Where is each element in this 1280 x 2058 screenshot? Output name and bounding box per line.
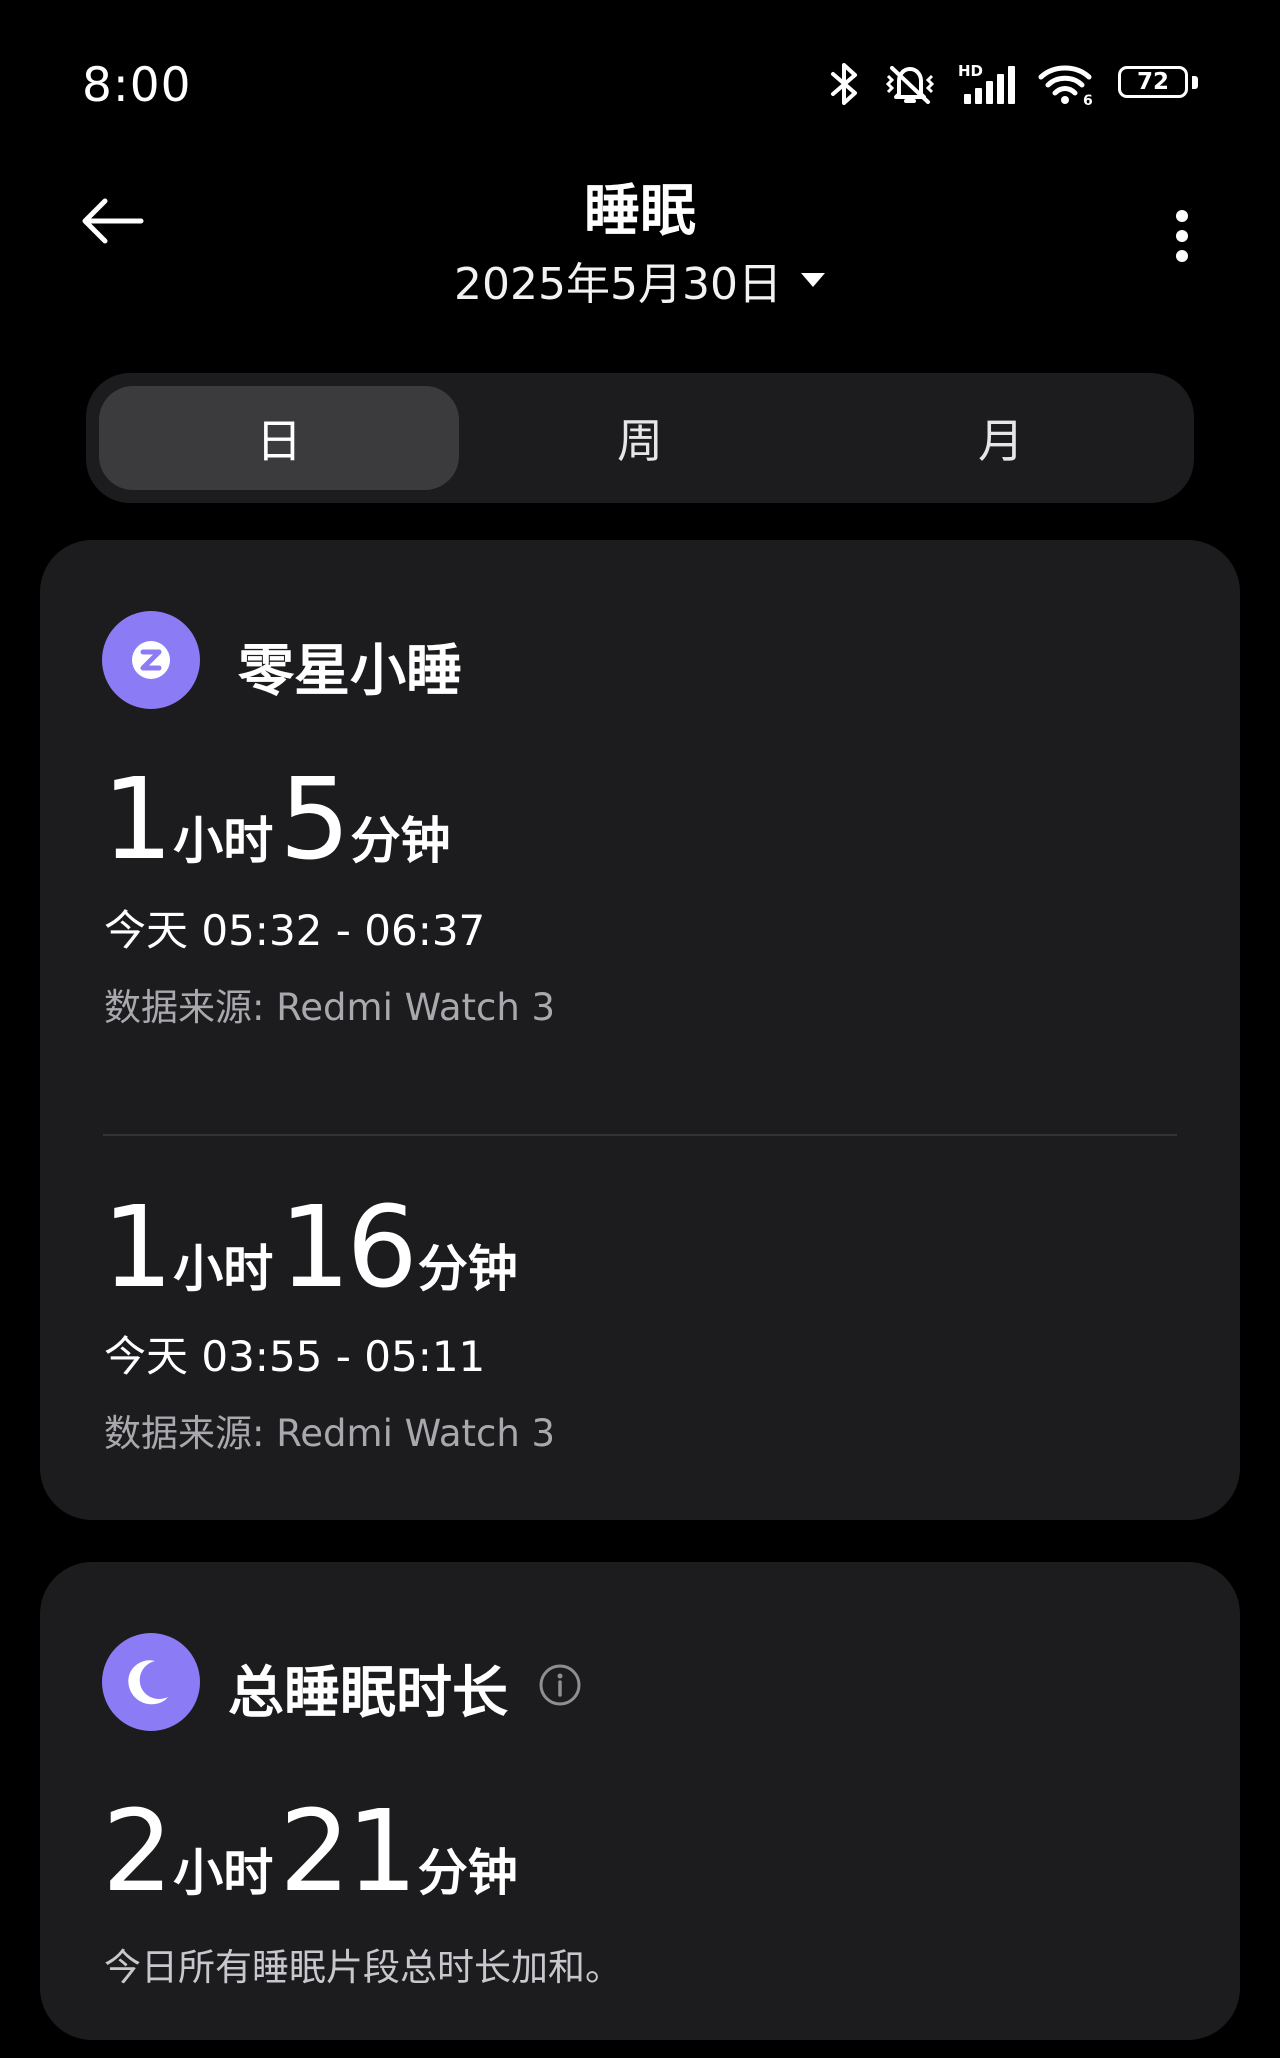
- date-label: 2025年5月30日: [454, 259, 782, 310]
- wifi-icon: 6: [1038, 62, 1096, 106]
- tab-week[interactable]: 周: [460, 386, 820, 490]
- info-icon[interactable]: [538, 1663, 582, 1707]
- nap-duration-1: 1 小时 5 分钟: [102, 755, 457, 885]
- tab-month[interactable]: 月: [821, 386, 1181, 490]
- nap-time-range-1: 今天 05:32 - 06:37: [104, 906, 486, 955]
- total-hours-unit: 小时: [173, 1844, 274, 1902]
- nap-source-2: 数据来源: Redmi Watch 3: [104, 1412, 556, 1455]
- total-sleep-card[interactable]: 总睡眠时长 2 小时 21 分钟 今日所有睡眠片段总时长加和。: [40, 1562, 1240, 2040]
- nap-minutes-unit-2: 分钟: [417, 1240, 518, 1298]
- nap-card[interactable]: 零星小睡 1 小时 5 分钟 今天 05:32 - 06:37 数据来源: Re…: [40, 540, 1240, 1520]
- total-minutes-unit: 分钟: [417, 1844, 518, 1902]
- nap-minutes-unit-1: 分钟: [350, 812, 451, 870]
- nap-hours-unit-1: 小时: [173, 812, 274, 870]
- more-options-button[interactable]: [1160, 196, 1204, 276]
- period-tabs: 日 周 月: [86, 373, 1194, 503]
- moon-icon: [102, 1633, 200, 1731]
- svg-text:6: 6: [1083, 93, 1093, 106]
- nap-card-title: 零星小睡: [238, 639, 462, 704]
- nap-divider: [103, 1134, 1177, 1136]
- date-picker[interactable]: 2025年5月30日: [0, 248, 1280, 312]
- svg-text:HD: HD: [958, 62, 983, 80]
- caret-down-icon: [800, 273, 825, 287]
- page-title: 睡眠: [584, 179, 696, 244]
- nap-minutes-2: 16: [279, 1183, 418, 1313]
- mute-vibrate-icon: [884, 62, 936, 106]
- nap-hours-1: 1: [102, 755, 173, 885]
- battery-icon: 72: [1118, 66, 1198, 102]
- total-duration: 2 小时 21 分钟: [102, 1787, 524, 1917]
- nap-minutes-1: 5: [279, 755, 350, 885]
- nap-duration-2: 1 小时 16 分钟: [102, 1183, 524, 1313]
- signal-icon: HD: [958, 62, 1016, 106]
- nap-hours-unit-2: 小时: [173, 1240, 274, 1298]
- status-time: 8:00: [82, 58, 192, 113]
- nap-icon: [102, 611, 200, 709]
- total-hours: 2: [102, 1787, 173, 1917]
- total-sleep-title: 总睡眠时长: [228, 1661, 508, 1726]
- more-vertical-icon: [1176, 210, 1188, 262]
- nap-hours-2: 1: [102, 1183, 173, 1313]
- nap-source-1: 数据来源: Redmi Watch 3: [104, 986, 556, 1029]
- status-icons: HD 6 72: [828, 62, 1198, 106]
- total-summary: 今日所有睡眠片段总时长加和。: [104, 1946, 622, 1989]
- tab-day[interactable]: 日: [99, 386, 459, 490]
- status-bar: 8:00 HD 6 72: [0, 0, 1280, 170]
- battery-level: 72: [1136, 69, 1169, 95]
- bluetooth-icon: [828, 62, 862, 106]
- total-minutes: 21: [279, 1787, 418, 1917]
- nap-time-range-2: 今天 03:55 - 05:11: [104, 1332, 486, 1381]
